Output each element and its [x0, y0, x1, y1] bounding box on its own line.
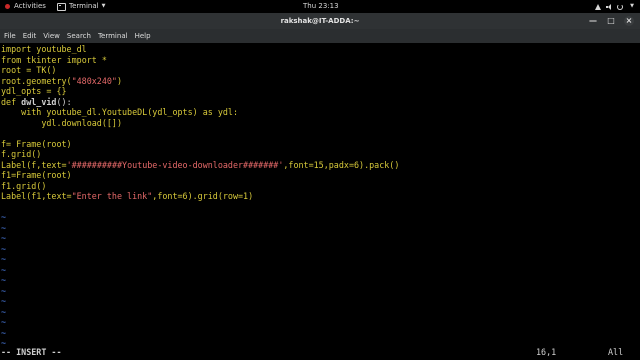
code-text: ydl.download([]) — [41, 117, 123, 128]
terminal-icon — [57, 2, 66, 11]
activities-label: Activities — [14, 2, 46, 10]
empty-line-tilde: ~ — [1, 212, 7, 222]
code-line: ydl_opts = {} — [1, 86, 67, 96]
terminal-editor-area[interactable]: import youtube_dl from tkinter import * … — [0, 43, 640, 360]
code-text: ,font=6).grid(row=1) — [152, 191, 254, 201]
empty-line-tilde: ~ — [1, 243, 7, 254]
code-line: with youtube_dl.YoutubeDL(ydl_opts) as y… — [1, 107, 238, 117]
menu-terminal[interactable]: Terminal — [94, 32, 131, 40]
cursor-position: 16,1 — [536, 347, 557, 357]
code-line: f.grid() — [1, 149, 41, 159]
chevron-down-icon: ▼ — [101, 3, 106, 9]
string-literal: "Enter the link" — [71, 191, 153, 201]
string-literal: '##########Youtube-video-downloader#####… — [66, 159, 284, 170]
app-menu-label: Terminal — [69, 2, 99, 10]
clock[interactable]: Thu 23:13 — [303, 0, 339, 13]
code-line: Label(f,text='##########Youtube-video-do… — [1, 160, 399, 170]
minimize-button[interactable]: — — [588, 16, 598, 26]
activities-button[interactable]: Activities — [5, 0, 46, 13]
window-title: rakshak@IT-ADDA:~ — [280, 17, 360, 25]
code-text: root = TK() — [1, 65, 57, 75]
code-text: ydl: — [212, 107, 239, 117]
distro-logo-icon — [5, 4, 10, 9]
code-text: tkinter — [21, 54, 67, 65]
function-name: dwl_vid — [16, 96, 57, 107]
code-line: f1=Frame(root) — [1, 170, 72, 180]
menu-help[interactable]: Help — [131, 32, 154, 40]
code-text: * — [96, 54, 107, 65]
code-line: from tkinter import * — [1, 55, 107, 65]
empty-line-tilde: ~ — [1, 233, 7, 243]
code-text: youtube_dl.YoutubeDL(ydl_opts) — [41, 107, 203, 117]
code-line: f= Frame(root) — [1, 139, 72, 149]
code-text: Label(f,text= — [1, 159, 67, 170]
string-literal: "480x240" — [71, 75, 117, 86]
close-button[interactable]: × — [624, 16, 634, 26]
code-line: def dwl_vid(): — [1, 97, 72, 107]
volume-icon — [606, 3, 613, 10]
keyword: import — [1, 44, 32, 54]
empty-line-tilde: ~ — [1, 275, 7, 285]
empty-line-tilde: ~ — [1, 264, 7, 275]
code-line: root = TK() — [1, 65, 56, 75]
code-text: root.geometry( — [1, 75, 72, 86]
menu-view[interactable]: View — [39, 32, 63, 40]
empty-line-tilde: ~ — [1, 296, 7, 306]
empty-line-tilde: ~ — [1, 306, 7, 317]
empty-line-tilde: ~ — [1, 285, 7, 296]
scroll-position: All — [608, 347, 624, 357]
keyword: with — [21, 107, 42, 117]
empty-line-tilde: ~ — [1, 222, 7, 233]
code-text: (): — [56, 96, 72, 107]
gnome-top-bar: Activities Terminal ▼ Thu 23:13 ▼ — [0, 0, 640, 13]
maximize-button[interactable]: □ — [606, 16, 616, 26]
empty-line-tilde: ~ — [1, 254, 7, 264]
menu-file[interactable]: File — [0, 32, 19, 40]
code-line: ydl.download([]) — [1, 118, 122, 128]
menu-search[interactable]: Search — [63, 32, 94, 40]
empty-line-tilde: ~ — [1, 317, 7, 327]
code-text: Label(f1,text= — [1, 191, 72, 201]
code-text: f= Frame(root) — [1, 138, 72, 149]
keyword: from — [1, 54, 22, 65]
code-line: import youtube_dl — [1, 44, 87, 54]
keyword: import — [66, 54, 97, 65]
menu-bar: File Edit View Search Terminal Help — [0, 29, 640, 43]
code-text: ydl_opts = {} — [1, 86, 67, 96]
empty-line-tilde: ~ — [1, 327, 7, 338]
code-line: Label(f1,text="Enter the link",font=6).g… — [1, 191, 253, 201]
code-text: ,font=15,padx=6).pack() — [283, 159, 400, 170]
code-text: f.grid() — [1, 149, 42, 159]
code-line: root.geometry("480x240") — [1, 76, 122, 86]
tray-chevron-down-icon: ▼ — [630, 3, 634, 9]
app-menu-button[interactable]: Terminal ▼ — [57, 0, 105, 13]
code-text: f1.grid() — [1, 180, 47, 191]
power-icon — [617, 3, 624, 10]
keyword: as — [202, 107, 213, 117]
code-line: f1.grid() — [1, 181, 46, 191]
code-text: ) — [116, 75, 123, 86]
code-text: youtube_dl — [31, 44, 87, 54]
menu-edit[interactable]: Edit — [19, 32, 40, 40]
vim-status-line: -- INSERT -- 16,1 All — [0, 346, 640, 358]
window-title-bar[interactable]: rakshak@IT-ADDA:~ — □ × — [0, 13, 640, 29]
network-icon — [595, 3, 602, 10]
keyword: def — [1, 96, 17, 107]
insert-mode-indicator: -- INSERT -- — [1, 347, 62, 357]
system-tray[interactable]: ▼ — [595, 0, 634, 13]
code-text: f1=Frame(root) — [1, 170, 72, 180]
